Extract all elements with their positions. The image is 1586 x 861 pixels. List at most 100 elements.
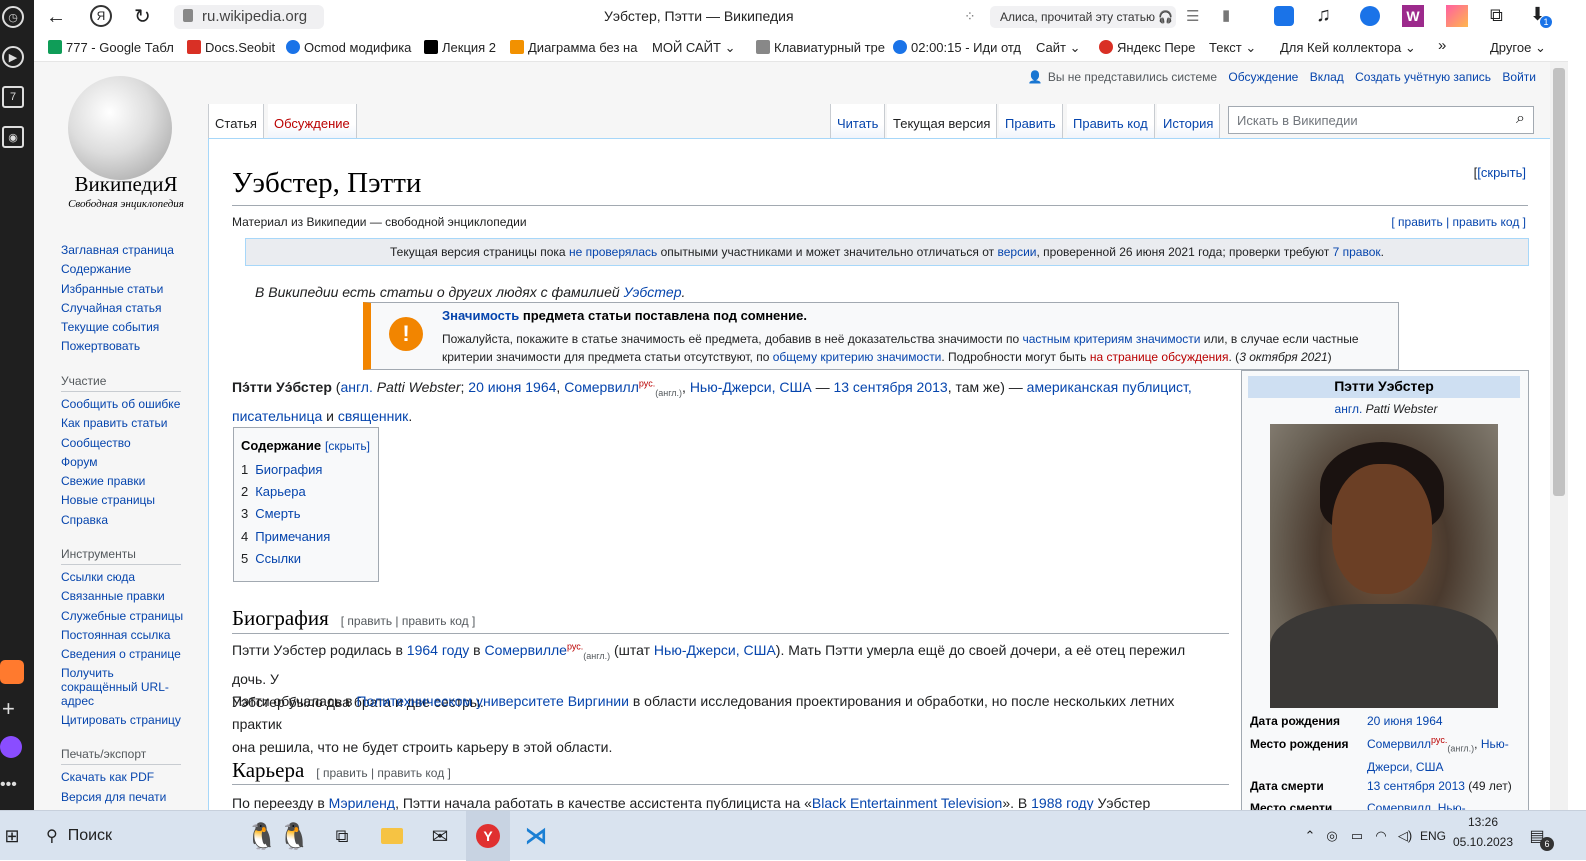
contrib-link[interactable]: Вклад [1310,70,1344,84]
sidebar-item-howto[interactable]: Как править статьи [61,416,167,430]
general-criteria-link[interactable]: общему критерию значимости [773,350,942,364]
wikipedia-globe-logo[interactable] [68,76,172,180]
windows-start-icon[interactable]: ⊞ [0,811,24,861]
discussion-link[interactable]: на странице обсуждения [1090,350,1229,364]
new-jersey-link[interactable]: Нью- [1481,737,1509,751]
sidebar-item-donate[interactable]: Пожертвовать [61,339,140,353]
new-jersey-link[interactable]: Нью-Джерси, США [690,379,812,395]
search-icon[interactable]: ⌕ [1516,110,1525,128]
bookmark-folder[interactable]: Для Кей коллектора ⌄ [1280,40,1416,56]
alice-read-button[interactable]: Алиса, прочитай эту статью 🎧 [990,6,1176,28]
search-input[interactable]: Искать в Википедии ⌕ [1228,106,1534,134]
grid-icon[interactable]: ⁘ [964,8,976,25]
battery-icon[interactable]: ▭ [1346,811,1368,861]
gradient-extension-icon[interactable] [1446,5,1468,27]
tab-history[interactable]: История [1157,104,1221,138]
app-orange-icon[interactable] [0,660,24,684]
section-edit-links[interactable]: [ править | править код ] [316,766,451,780]
tab-edit-code[interactable]: Править код [1067,104,1155,138]
sidebar-item-report[interactable]: Сообщить об ошибке [61,397,180,411]
bookmark-folder[interactable]: Сайт ⌄ [1036,40,1081,56]
maryland-link[interactable]: Мэриленд [329,795,395,810]
version-link[interactable]: версии [998,245,1037,259]
extension-round-icon[interactable] [1360,6,1380,26]
birth-date-link[interactable]: 20 июня 1964 [468,379,556,395]
toc-hide-button[interactable]: [скрыть] [325,439,370,453]
sidebar-item-recent[interactable]: Свежие правки [61,474,145,488]
tab-current-version[interactable]: Текущая версия [887,104,998,139]
back-icon[interactable]: ← [46,6,66,29]
hide-button[interactable]: [[скрыть] [1474,165,1526,180]
bookmark-item[interactable]: 02:00:15 - Иди отд [893,40,1021,55]
notifications-icon[interactable]: ▤ [1522,811,1552,861]
url-bar[interactable]: ru.wikipedia.org [174,5,324,29]
play-icon[interactable]: ▶ [2,46,24,68]
more-icon[interactable]: ••• [0,776,17,794]
sidebar-item-cite[interactable]: Цитировать страницу [61,713,181,727]
sidebar-item-special[interactable]: Служебные страницы [61,609,183,623]
rus-link[interactable]: рус. [1431,735,1447,745]
login-link[interactable]: Войти [1502,70,1536,84]
vertical-scrollbar[interactable] [1550,62,1568,810]
sidebar-item-contents[interactable]: Содержание [61,262,131,276]
wifi-icon[interactable]: ◠ [1370,811,1392,861]
bookmark-item[interactable]: Диаграмма без на [510,40,637,55]
toc-item[interactable]: 3 Смерть [241,506,300,521]
bookmark-folder[interactable]: Текст ⌄ [1209,40,1256,56]
infobox-birth-date[interactable]: 20 июня 1964 [1367,712,1527,731]
toc-item[interactable]: 1 Биография [241,462,322,477]
alice-icon[interactable] [0,736,22,758]
eng-sub-link[interactable]: (англ.) [583,651,610,661]
talk-link[interactable]: Обсуждение [1228,70,1298,84]
bookmark-item[interactable]: Осmod модифика [286,40,411,55]
calendar-icon[interactable]: 7 [2,86,24,108]
surname-link[interactable]: Уэбстер [624,284,682,300]
new-jersey-link-2[interactable]: Джерси, США [1367,760,1444,774]
language-indicator[interactable]: ENG [1418,811,1448,861]
create-account-link[interactable]: Создать учётную запись [1355,70,1491,84]
sidebar-item-featured[interactable]: Избранные статьи [61,282,163,296]
somerville-link[interactable]: Сомервилл [1367,801,1431,810]
extension-blue-icon[interactable] [1274,6,1294,26]
bookmark-item[interactable]: Яндекс Пере [1099,40,1195,55]
bet-link[interactable]: Black Entertainment Television [812,795,1002,810]
eng-sub-link[interactable]: (англ.) [655,388,682,398]
not-checked-link[interactable]: не проверялась [569,245,657,259]
taskbar-search[interactable]: ⚲ Поиск [34,811,234,861]
priest-link[interactable]: священник [338,408,408,424]
eng-link[interactable]: англ. [1335,402,1363,416]
rus-link[interactable]: рус. [639,378,655,388]
portrait-photo[interactable] [1270,424,1498,708]
somerville-link[interactable]: Сомервилл [1367,737,1431,751]
clock-icon[interactable]: ◷ [2,6,24,28]
sidebar-item-community[interactable]: Сообщество [61,436,131,450]
clock-date[interactable]: 05.10.2023 [1452,835,1514,849]
death-date-link[interactable]: 13 сентября 2013 [1367,779,1465,793]
volume-icon[interactable]: ◁) [1394,811,1416,861]
virginia-tech-link[interactable]: Политехническом университете Виргинии [356,693,628,709]
vscode-icon[interactable]: ⋊ [514,811,558,861]
writer-link[interactable]: писательница [232,408,322,424]
sync-icon[interactable]: ◎ [1322,811,1342,861]
sidebar-item-whatlinks[interactable]: Ссылки сюда [61,570,135,584]
tab-article[interactable]: Статья [208,104,264,139]
tab-read[interactable]: Читать [830,104,886,138]
music-icon[interactable]: ♫ [1316,4,1331,27]
collections-icon[interactable]: ⧉ [1490,5,1503,26]
sidebar-item-events[interactable]: Текущие события [61,320,159,334]
bookmark-folder[interactable]: МОЙ САЙТ ⌄ [652,40,736,56]
task-view-icon[interactable]: ⧉ [320,811,364,861]
yandex-browser-icon[interactable]: Y [466,811,510,861]
death-date-link[interactable]: 13 сентября 2013 [833,379,947,395]
sidebar-item-related[interactable]: Связанные правки [61,589,165,603]
reader-icon[interactable]: ☰ [1186,7,1199,25]
sidebar-item-permalink[interactable]: Постоянная ссылка [61,628,170,642]
bookmark-item[interactable]: Docs.Seobit [187,40,275,55]
somerville-link[interactable]: Сомервилле [484,642,566,658]
other-bookmarks-folder[interactable]: Другое ⌄ [1490,40,1546,56]
mail-icon[interactable]: ✉ [418,811,462,861]
sidebar-item-shorturl-3[interactable]: адрес [61,694,94,708]
bookmark-item[interactable]: 777 - Google Табл [48,40,174,55]
toc-item[interactable]: 4 Примечания [241,529,330,544]
chevron-up-icon[interactable]: ⌃ [1300,811,1320,861]
